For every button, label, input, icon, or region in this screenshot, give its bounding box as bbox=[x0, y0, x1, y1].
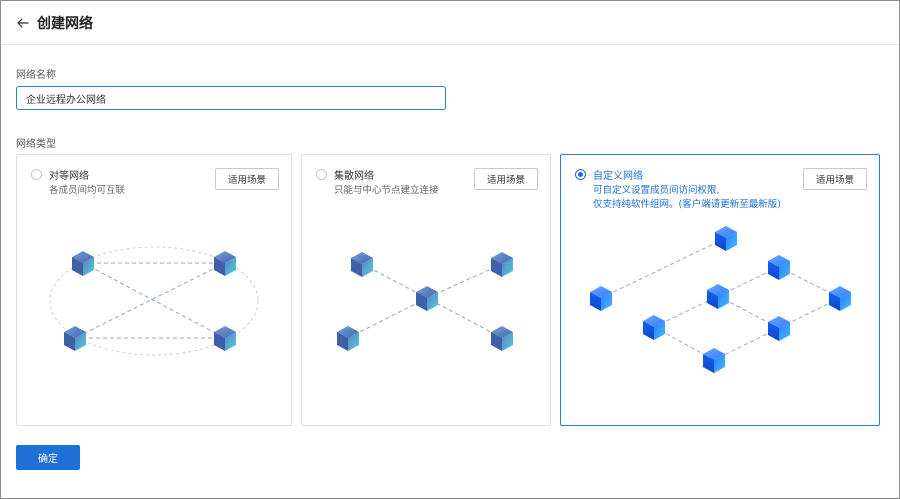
node-cube-icon bbox=[643, 315, 665, 340]
node-cube-icon bbox=[590, 286, 612, 311]
node-cube-icon bbox=[829, 286, 851, 311]
network-name-label: 网络名称 bbox=[16, 70, 56, 81]
node-cube-icon bbox=[337, 326, 359, 351]
page-header: 创建网络 bbox=[1, 1, 899, 45]
card-custom-network[interactable]: 自定义网络 可自定义设置成员间访问权限, 仅支持纯软件组网。(客户端请更新至最新… bbox=[560, 154, 880, 426]
node-cube-icon bbox=[72, 251, 94, 276]
node-cube-icon bbox=[491, 326, 513, 351]
network-type-label: 网络类型 bbox=[16, 139, 56, 150]
peer-network-diagram bbox=[49, 246, 259, 356]
node-cube-icon bbox=[64, 326, 86, 351]
node-cube-icon bbox=[707, 284, 729, 309]
confirm-button[interactable]: 确定 bbox=[16, 445, 80, 470]
node-cube-icon bbox=[491, 252, 513, 277]
card-peer-network[interactable]: 对等网络 各成员间均可互联 适用场景 bbox=[16, 154, 292, 426]
node-cube-icon bbox=[768, 316, 790, 341]
hub-network-diagram bbox=[337, 252, 513, 351]
hub-cube-icon bbox=[416, 286, 438, 311]
page-title: 创建网络 bbox=[37, 15, 93, 32]
back-arrow-icon[interactable] bbox=[17, 16, 31, 30]
node-cube-icon bbox=[768, 255, 790, 280]
custom-network-diagram bbox=[590, 226, 851, 373]
node-cube-icon bbox=[715, 226, 737, 251]
card-hub-network[interactable]: 集散网络 只能与中心节点建立连接 适用场景 bbox=[301, 154, 551, 426]
node-cube-icon bbox=[214, 251, 236, 276]
node-cube-icon bbox=[351, 252, 373, 277]
node-cube-icon bbox=[703, 348, 725, 373]
network-name-input[interactable] bbox=[16, 86, 446, 110]
node-cube-icon bbox=[214, 326, 236, 351]
